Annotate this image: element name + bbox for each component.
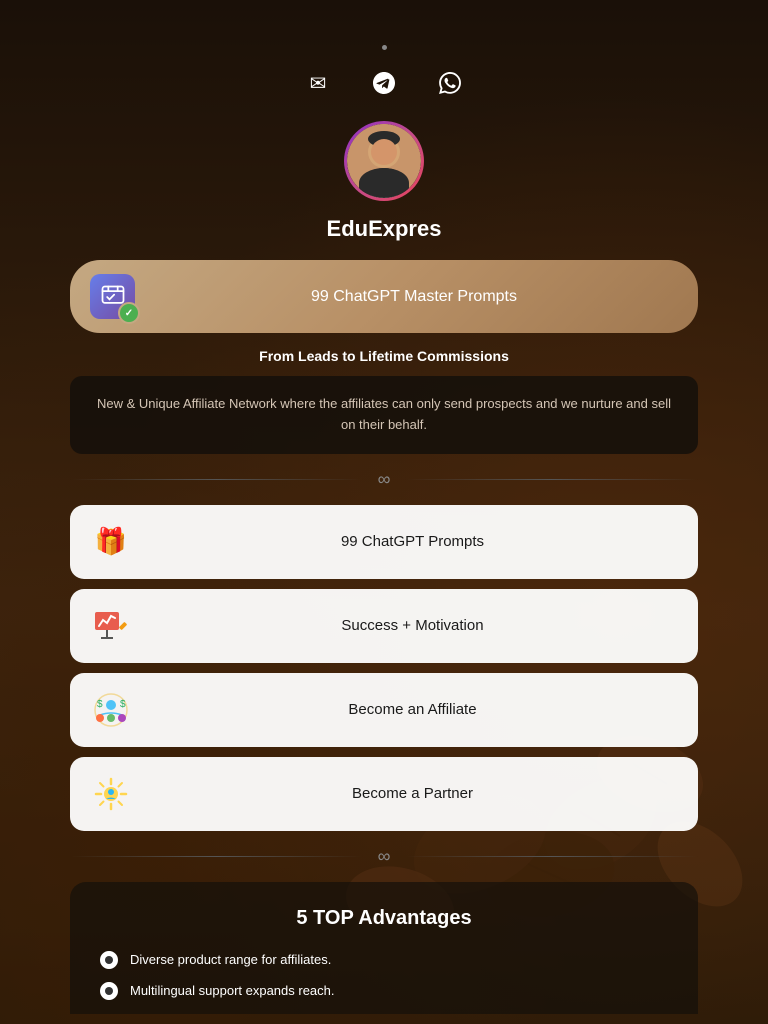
advantage-list: Diverse product range for affiliates. Mu… [100,950,668,1014]
advantage-text-3: High-quality capture pages attract leads… [130,1013,363,1014]
advantage-text-1: Diverse product range for affiliates. [130,950,331,970]
screen: ✉ [10,10,758,1014]
infinity-symbol-2: ∞ [378,846,391,867]
advantage-item-1: Diverse product range for affiliates. [100,950,668,970]
product-banner[interactable]: 99 ChatGPT Master Prompts [70,260,698,333]
menu-item-become-affiliate[interactable]: $ $ Become an Affiliate [70,673,698,747]
avatar [344,121,424,201]
menu-list: 🎁 99 ChatGPT Prompts [70,505,698,831]
divider-1: ∞ [70,469,698,490]
description-text: New & Unique Affiliate Network where the… [97,396,671,432]
whatsapp-icon[interactable] [432,65,468,101]
infinity-symbol-1: ∞ [378,469,391,490]
advantage-bullet-1 [100,951,118,969]
subtitle: From Leads to Lifetime Commissions [70,348,698,364]
divider-2: ∞ [70,846,698,867]
chatgpt-prompts-label: 99 ChatGPT Prompts [147,533,678,550]
advantage-text-2: Multilingual support expands reach. [130,981,335,1001]
svg-text:$: $ [120,699,126,710]
advantages-title: 5 TOP Advantages [100,907,668,930]
menu-item-success-motivation[interactable]: Success + Motivation [70,589,698,663]
menu-item-chatgpt-prompts[interactable]: 🎁 99 ChatGPT Prompts [70,505,698,579]
avatar-image [347,124,421,198]
success-motivation-icon [90,605,132,647]
username: EduExpres [70,216,698,242]
advantages-section: 5 TOP Advantages Diverse product range f… [70,882,698,1014]
banner-label: 99 ChatGPT Master Prompts [150,288,678,306]
advantage-item-3: High-quality capture pages attract leads… [100,1013,668,1014]
svg-text:$: $ [97,699,103,710]
banner-icon [90,274,135,319]
become-affiliate-label: Become an Affiliate [147,701,678,718]
social-icons-row: ✉ [70,55,698,121]
email-icon[interactable]: ✉ [300,65,336,101]
advantage-bullet-2 [100,982,118,1000]
become-affiliate-icon: $ $ [90,689,132,731]
become-partner-icon [90,773,132,815]
chatgpt-prompts-icon: 🎁 [90,521,132,563]
menu-item-become-partner[interactable]: Become a Partner [70,757,698,831]
main-content: ✉ [10,10,758,1014]
description-box: New & Unique Affiliate Network where the… [70,376,698,454]
status-bar [70,30,698,55]
avatar-container [70,121,698,201]
status-dot [382,45,387,50]
device-frame: ✉ [0,0,768,1024]
advantage-item-2: Multilingual support expands reach. [100,981,668,1001]
telegram-icon[interactable] [366,65,402,101]
become-partner-label: Become a Partner [147,785,678,802]
success-motivation-label: Success + Motivation [147,617,678,634]
